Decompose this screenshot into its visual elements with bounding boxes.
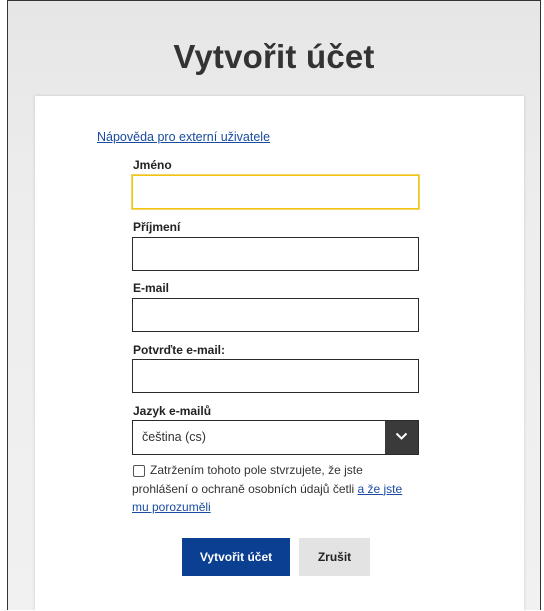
create-account-button[interactable]: Vytvořit účet xyxy=(182,538,290,576)
select-dropdown-button[interactable] xyxy=(385,421,418,454)
form-card xyxy=(35,96,524,611)
email-language-select[interactable]: čeština (cs) xyxy=(132,420,419,455)
cancel-button[interactable]: Zrušit xyxy=(299,538,370,576)
email-confirm-label: Potvrďte e-mail: xyxy=(133,343,225,357)
email-language-label: Jazyk e-mailů xyxy=(133,404,212,418)
last-name-label: Příjmení xyxy=(133,220,181,234)
chevron-down-icon xyxy=(395,432,408,440)
external-users-help-link[interactable]: Nápověda pro externí uživatele xyxy=(97,130,270,144)
last-name-input[interactable] xyxy=(132,237,419,271)
page-title: Vytvořit účet xyxy=(173,38,375,75)
first-name-input[interactable] xyxy=(132,175,419,209)
privacy-consent-label: Zatržením tohoto pole stvrzujete, že jst… xyxy=(132,463,363,496)
email-label: E-mail xyxy=(133,281,170,295)
first-name-label: Jméno xyxy=(133,158,172,172)
privacy-consent-text: Zatržením tohoto pole stvrzujete, že jst… xyxy=(132,461,417,517)
email-language-value: čeština (cs) xyxy=(142,430,206,444)
email-input[interactable] xyxy=(132,298,419,332)
email-confirm-input[interactable] xyxy=(132,359,419,393)
